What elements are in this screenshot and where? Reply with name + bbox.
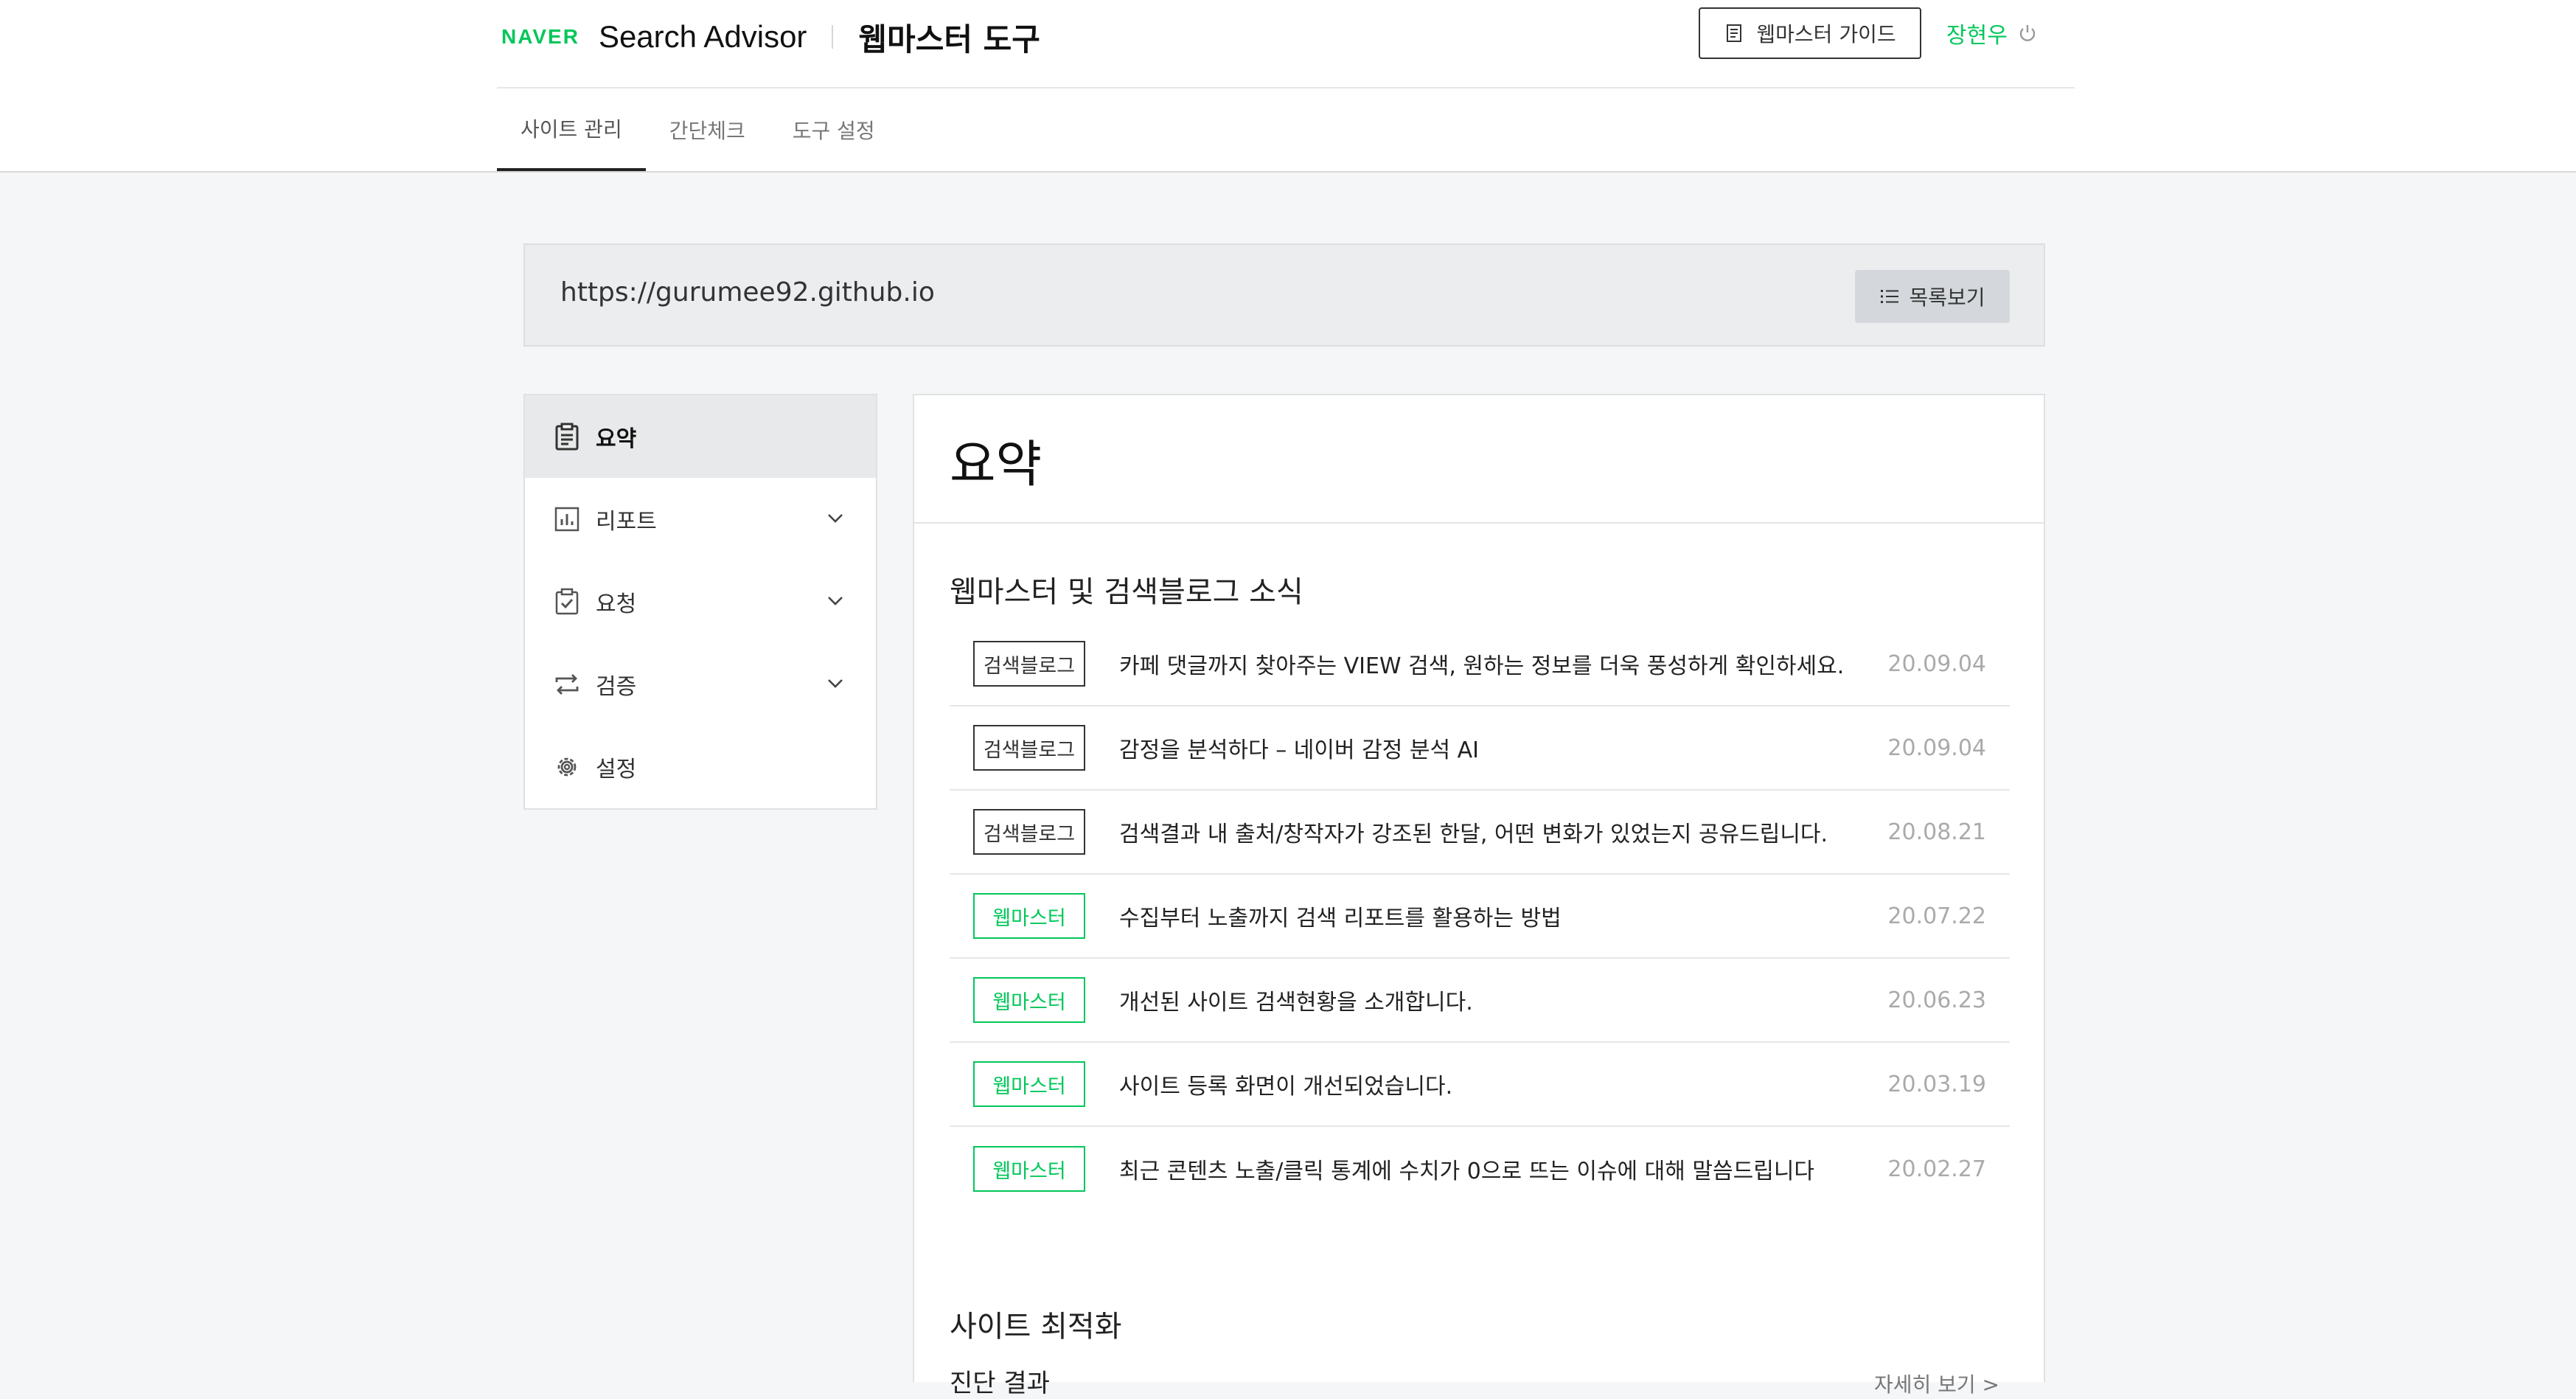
list-item[interactable]: 검색블로그 감정을 분석하다 – 네이버 감정 분석 AI 20.09.04 (950, 707, 2010, 791)
category-badge: 검색블로그 (973, 641, 1085, 687)
category-badge: 웹마스터 (973, 893, 1085, 939)
summary-panel: 요약 웹마스터 및 검색블로그 소식 검색블로그 카페 댓글까지 찾아주는 VI… (913, 394, 2045, 1398)
site-list-label: 목록보기 (1909, 285, 1985, 310)
diagnosis-label: 진단 결과 (950, 1369, 1050, 1398)
news-title[interactable]: 개선된 사이트 검색현황을 소개합니다. (1119, 984, 1473, 1016)
tool-title[interactable]: 웹마스터 도구 (858, 15, 1040, 60)
power-icon[interactable] (2016, 22, 2039, 44)
category-badge: 검색블로그 (973, 809, 1085, 855)
news-title[interactable]: 검색결과 내 출처/창작자가 강조된 한달, 어떤 변화가 있었는지 공유드립니… (1119, 816, 1828, 848)
news-title[interactable]: 감정을 분석하다 – 네이버 감정 분석 AI (1119, 732, 1479, 764)
sidebar-item-label: 설정 (596, 757, 637, 782)
category-badge: 웹마스터 (973, 1061, 1085, 1107)
naver-logo[interactable]: NAVER (501, 25, 579, 49)
category-badge: 웹마스터 (973, 1146, 1085, 1192)
chevron-down-icon[interactable] (824, 673, 846, 695)
page-title: 요약 (950, 436, 1042, 494)
checklist-icon (551, 586, 582, 617)
site-bar: https://gurumee92.github.io 목록보기 (523, 243, 2045, 347)
sidebar-item-settings[interactable]: 설정 (525, 726, 876, 808)
clipboard-icon (551, 421, 582, 452)
list-item[interactable]: 웹마스터 최근 콘텐츠 노출/클릭 통계에 수치가 0으로 뜨는 이슈에 대해 … (950, 1127, 2010, 1211)
tab-quick-check[interactable]: 간단체크 (646, 88, 769, 171)
list-item[interactable]: 검색블로그 검색결과 내 출처/창작자가 강조된 한달, 어떤 변화가 있었는지… (950, 791, 2010, 875)
sidebar-item-request[interactable]: 요청 (525, 560, 876, 643)
repeat-icon (551, 669, 582, 700)
list-item[interactable]: 웹마스터 개선된 사이트 검색현황을 소개합니다. 20.06.23 (950, 959, 2010, 1043)
news-title[interactable]: 최근 콘텐츠 노출/클릭 통계에 수치가 0으로 뜨는 이슈에 대해 말씀드립니… (1119, 1153, 1814, 1185)
user-name[interactable]: 장현우 (1946, 17, 2008, 49)
main-tabs: 사이트 관리 간단체크 도구 설정 (497, 88, 899, 171)
news-date: 20.02.27 (1887, 1156, 1986, 1182)
news-date: 20.03.19 (1887, 1071, 1986, 1097)
sidebar-item-label: 검증 (596, 674, 637, 700)
product-name[interactable]: Search Advisor (599, 19, 807, 55)
site-url: https://gurumee92.github.io (560, 277, 935, 308)
view-details-link[interactable]: 자세히 보기 > (1874, 1369, 1999, 1398)
category-badge: 웹마스터 (973, 977, 1085, 1023)
webmaster-guide-button[interactable]: 웹마스터 가이드 (1699, 7, 1921, 59)
chevron-down-icon[interactable] (824, 507, 846, 530)
news-date: 20.08.21 (1887, 819, 1986, 845)
news-date: 20.06.23 (1887, 987, 1986, 1013)
list-icon (1881, 290, 1899, 303)
chevron-down-icon[interactable] (824, 590, 846, 612)
sidebar-item-report[interactable]: 리포트 (525, 478, 876, 560)
title-divider (832, 25, 834, 49)
category-badge: 검색블로그 (973, 725, 1085, 771)
news-title[interactable]: 카페 댓글까지 찾아주는 VIEW 검색, 원하는 정보를 더욱 풍성하게 확인… (1119, 648, 1844, 680)
news-section-title: 웹마스터 및 검색블로그 소식 (950, 575, 1303, 609)
news-title[interactable]: 수집부터 노출까지 검색 리포트를 활용하는 방법 (1119, 900, 1562, 932)
sidebar-item-summary[interactable]: 요약 (525, 395, 876, 478)
title-divider (914, 522, 2044, 524)
sidebar-menu: 요약 리포트 요청 검증 설정 (523, 394, 877, 810)
gear-icon (551, 751, 582, 782)
brand: NAVER Search Advisor 웹마스터 도구 (501, 15, 1040, 59)
news-date: 20.09.04 (1887, 650, 1986, 677)
news-date: 20.07.22 (1887, 903, 1986, 929)
news-title[interactable]: 사이트 등록 화면이 개선되었습니다. (1119, 1068, 1452, 1100)
list-item[interactable]: 웹마스터 사이트 등록 화면이 개선되었습니다. 20.03.19 (950, 1043, 2010, 1127)
sidebar-item-label: 리포트 (596, 509, 657, 535)
user-menu[interactable]: 장현우 (1946, 16, 2039, 50)
tab-site-management[interactable]: 사이트 관리 (497, 88, 646, 171)
news-list: 검색블로그 카페 댓글까지 찾아주는 VIEW 검색, 원하는 정보를 더욱 풍… (950, 622, 2010, 1211)
sidebar-item-label: 요약 (596, 426, 637, 452)
sidebar-item-label: 요청 (596, 591, 637, 617)
bar-chart-icon (551, 504, 582, 535)
news-date: 20.09.04 (1887, 735, 1986, 761)
sidebar-item-verification[interactable]: 검증 (525, 643, 876, 726)
tab-tool-settings[interactable]: 도구 설정 (769, 88, 899, 171)
top-header: NAVER Search Advisor 웹마스터 도구 웹마스터 가이드 장현… (0, 0, 2576, 173)
optimization-section-title: 사이트 최적화 (950, 1310, 1122, 1344)
list-item[interactable]: 웹마스터 수집부터 노출까지 검색 리포트를 활용하는 방법 20.07.22 (950, 875, 2010, 959)
webmaster-guide-label: 웹마스터 가이드 (1756, 22, 1896, 46)
document-icon (1727, 24, 1742, 42)
list-item[interactable]: 검색블로그 카페 댓글까지 찾아주는 VIEW 검색, 원하는 정보를 더욱 풍… (950, 622, 2010, 707)
site-list-button[interactable]: 목록보기 (1855, 270, 2010, 323)
